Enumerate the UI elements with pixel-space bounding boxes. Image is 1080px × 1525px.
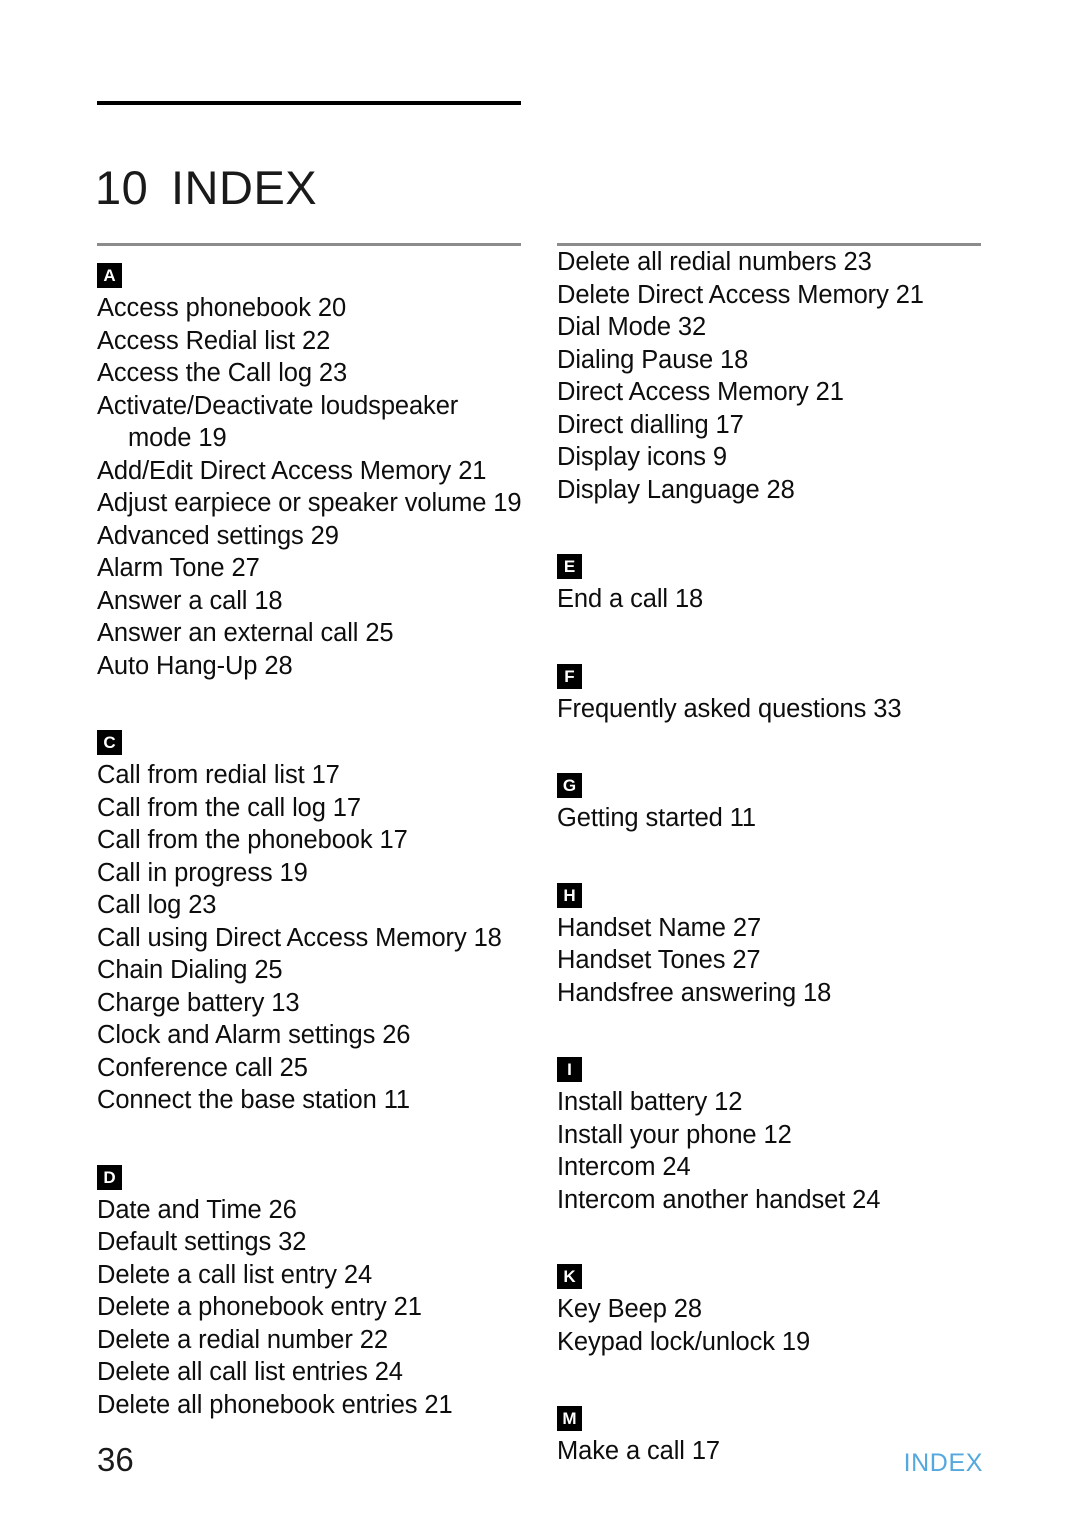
index-columns: A Access phonebook 20 Access Redial list 2… xyxy=(0,243,1080,1468)
index-entry[interactable]: Getting started 11 xyxy=(557,802,981,835)
index-entry[interactable]: Call using Direct Access Memory 18 xyxy=(97,922,521,955)
index-entry[interactable]: Handsfree answering 18 xyxy=(557,977,981,1010)
index-section-c: C Call from redial list 17 Call from the c… xyxy=(97,713,521,1117)
index-entry[interactable]: Delete a redial number 22 xyxy=(97,1324,521,1357)
index-entry[interactable]: mode 19 xyxy=(97,422,521,455)
index-entry[interactable]: Direct dialling 17 xyxy=(557,409,981,442)
section-letter-badge: A xyxy=(97,263,122,288)
index-section-i: I Install battery 12 Install your phone 12… xyxy=(557,1040,981,1216)
index-entry[interactable]: Access phonebook 20 xyxy=(97,292,521,325)
index-entry[interactable]: Access the Call log 23 xyxy=(97,357,521,390)
index-entry[interactable]: Auto Hang-Up 28 xyxy=(97,650,521,683)
index-entry[interactable]: Delete all call list entries 24 xyxy=(97,1356,521,1389)
section-letter-badge: C xyxy=(97,730,122,755)
index-entry[interactable]: Delete Direct Access Memory 21 xyxy=(557,279,981,312)
index-entry[interactable]: Default settings 32 xyxy=(97,1226,521,1259)
index-entry[interactable]: Add/Edit Direct Access Memory 21 xyxy=(97,455,521,488)
index-entry[interactable]: Frequently asked questions 33 xyxy=(557,693,981,726)
index-entry[interactable]: Alarm Tone 27 xyxy=(97,552,521,585)
section-letter-badge: F xyxy=(557,663,582,689)
index-entry[interactable]: Clock and Alarm settings 26 xyxy=(97,1019,521,1052)
section-letter-badge: E xyxy=(557,554,582,579)
index-entry[interactable]: Delete all redial numbers 23 xyxy=(557,246,981,279)
left-column: A Access phonebook 20 Access Redial list 2… xyxy=(97,243,522,1468)
right-column: Delete all redial numbers 23 Delete Direc… xyxy=(557,243,981,1468)
index-section-e: E End a call 18 xyxy=(557,537,981,616)
index-entry[interactable]: Charge battery 13 xyxy=(97,987,521,1020)
index-entry[interactable]: End a call 18 xyxy=(557,583,981,616)
right-column-sections: Delete all redial numbers 23 Delete Direc… xyxy=(557,246,981,1468)
index-entry[interactable]: Intercom 24 xyxy=(557,1151,981,1184)
chapter-title: INDEX xyxy=(171,161,318,215)
index-entry[interactable]: Access Redial list 22 xyxy=(97,325,521,358)
index-section-h: H Handset Name 27 Handset Tones 27 Handsfre… xyxy=(557,866,981,1010)
index-entry[interactable]: Handset Tones 27 xyxy=(557,944,981,977)
index-entry[interactable]: Call from the call log 17 xyxy=(97,792,521,825)
index-entry[interactable]: Connect the base station 11 xyxy=(97,1084,521,1117)
section-letter-badge: G xyxy=(557,773,582,798)
index-entry[interactable]: Delete a phonebook entry 21 xyxy=(97,1291,521,1324)
index-entry[interactable]: Call from redial list 17 xyxy=(97,759,521,792)
index-entry[interactable]: Install battery 12 xyxy=(557,1086,981,1119)
index-entry[interactable]: Chain Dialing 25 xyxy=(97,954,521,987)
page-title: 10 INDEX xyxy=(95,162,317,215)
section-letter-badge: I xyxy=(557,1057,582,1082)
index-entry[interactable]: Delete all phonebook entries 21 xyxy=(97,1389,521,1422)
index-section-f: F Frequently asked questions 33 xyxy=(557,647,981,726)
index-entry[interactable]: Activate/Deactivate loudspeaker xyxy=(97,390,521,423)
left-column-sections: A Access phonebook 20 Access Redial list 2… xyxy=(97,246,522,1422)
index-section-a: A Access phonebook 20 Access Redial list 2… xyxy=(97,246,522,683)
chapter-number: 10 xyxy=(95,161,149,215)
section-letter-badge: K xyxy=(557,1264,582,1289)
footer-section-label: INDEX xyxy=(903,1449,983,1477)
index-entry[interactable]: Conference call 25 xyxy=(97,1052,521,1085)
index-entry[interactable]: Answer a call 18 xyxy=(97,585,521,618)
section-letter-badge: M xyxy=(557,1406,582,1431)
index-entry[interactable]: Call log 23 xyxy=(97,889,521,922)
section-letter-badge: H xyxy=(557,882,582,908)
index-entry[interactable]: Call from the phonebook 17 xyxy=(97,824,521,857)
index-entry[interactable]: Handset Name 27 xyxy=(557,912,981,945)
index-entry[interactable]: Direct Access Memory 21 xyxy=(557,376,981,409)
index-entry[interactable]: Dialing Pause 18 xyxy=(557,344,981,377)
index-entry[interactable]: Call in progress 19 xyxy=(97,857,521,890)
section-letter-badge: D xyxy=(97,1164,122,1190)
index-entry[interactable]: Answer an external call 25 xyxy=(97,617,521,650)
index-entry[interactable]: Display icons 9 xyxy=(557,441,981,474)
index-entry[interactable]: Dial Mode 32 xyxy=(557,311,981,344)
index-entry[interactable]: Intercom another handset 24 xyxy=(557,1184,981,1217)
index-entry[interactable]: Date and Time 26 xyxy=(97,1194,521,1227)
index-entry[interactable]: Advanced settings 29 xyxy=(97,520,521,553)
index-page: 10 INDEX A Access phonebook 20 Access Redia… xyxy=(0,0,1080,1525)
index-entry[interactable]: Install your phone 12 xyxy=(557,1119,981,1152)
page-footer: 36 INDEX xyxy=(97,1443,983,1476)
index-entry[interactable]: Display Language 28 xyxy=(557,474,981,507)
index-section-d: D Date and Time 26 Default settings 32 Dele… xyxy=(97,1148,521,1422)
index-entry[interactable]: Adjust earpiece or speaker volume 19 xyxy=(97,487,522,520)
index-section-k: K Key Beep 28 Keypad lock/unlock 19 xyxy=(557,1247,981,1358)
header-top-rule xyxy=(97,101,521,105)
index-entry[interactable]: Delete a call list entry 24 xyxy=(97,1259,521,1292)
index-entry[interactable]: Key Beep 28 xyxy=(557,1293,981,1326)
index-section-continued: Delete all redial numbers 23 Delete Direc… xyxy=(557,246,981,506)
index-entry[interactable]: Keypad lock/unlock 19 xyxy=(557,1326,981,1359)
index-section-g: G Getting started 11 xyxy=(557,756,981,835)
page-number: 36 xyxy=(97,1441,134,1478)
